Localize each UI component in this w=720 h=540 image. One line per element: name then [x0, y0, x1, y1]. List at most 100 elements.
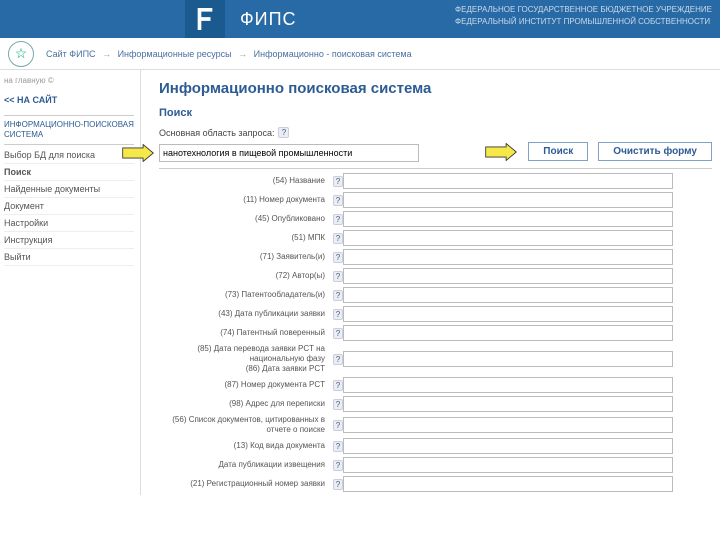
- field-input[interactable]: [343, 268, 673, 284]
- field-row: (72) Автор(ы)?: [159, 268, 712, 284]
- help-icon[interactable]: ?: [333, 328, 343, 339]
- field-label: (13) Код вида документа: [159, 441, 329, 451]
- back-to-site-link[interactable]: << НА САЙТ: [4, 95, 134, 105]
- field-label: (73) Патентообладатель(и): [159, 290, 329, 300]
- field-row: (54) Название?: [159, 173, 712, 189]
- field-input[interactable]: [343, 249, 673, 265]
- field-label: (87) Номер документа PCT: [159, 380, 329, 390]
- help-icon[interactable]: ?: [333, 195, 343, 206]
- search-button[interactable]: Поиск: [528, 142, 588, 161]
- field-input[interactable]: [343, 438, 673, 454]
- field-row: (74) Патентный поверенный?: [159, 325, 712, 341]
- brand-logo: [185, 0, 225, 38]
- agency-line2: ФЕДЕРАЛЬНЫЙ ИНСТИТУТ ПРОМЫШЛЕННОЙ СОБСТВ…: [455, 16, 712, 28]
- breadcrumb-item[interactable]: Информационные ресурсы: [118, 49, 232, 59]
- query-label: Основная область запроса:: [159, 128, 274, 138]
- field-input[interactable]: [343, 211, 673, 227]
- field-input[interactable]: [343, 417, 673, 433]
- agency-name: ФЕДЕРАЛЬНОЕ ГОСУДАРСТВЕННОЕ БЮДЖЕТНОЕ УЧ…: [455, 4, 712, 28]
- field-row: (11) Номер документа?: [159, 192, 712, 208]
- field-input[interactable]: [343, 396, 673, 412]
- home-link[interactable]: на главную ©: [4, 76, 134, 85]
- main-content: Информационно поисковая система Поиск Ос…: [140, 70, 720, 495]
- field-label: (85) Дата перевода заявки PCT на национа…: [159, 344, 329, 374]
- field-row: (56) Список документов, цитированных в о…: [159, 415, 712, 435]
- field-row: Дата публикации извещения?: [159, 457, 712, 473]
- field-input[interactable]: [343, 306, 673, 322]
- breadcrumb-item[interactable]: Сайт ФИПС: [46, 49, 96, 59]
- field-row: (43) Дата публикации заявки?: [159, 306, 712, 322]
- breadcrumb: Сайт ФИПС → Информационные ресурсы → Инф…: [46, 49, 412, 59]
- field-label: Дата публикации извещения: [159, 460, 329, 470]
- help-icon[interactable]: ?: [333, 441, 343, 452]
- field-label: (51) МПК: [159, 233, 329, 243]
- sidebar-item-document[interactable]: Документ: [4, 198, 134, 215]
- help-icon[interactable]: ?: [278, 127, 289, 138]
- field-label: (56) Список документов, цитированных в о…: [159, 415, 329, 435]
- field-label: (74) Патентный поверенный: [159, 328, 329, 338]
- sidebar-item-search[interactable]: Поиск: [4, 164, 134, 181]
- field-row: (87) Номер документа PCT?: [159, 377, 712, 393]
- page-title: Информационно поисковая система: [159, 80, 712, 97]
- sidebar-item-instructions[interactable]: Инструкция: [4, 232, 134, 249]
- main-query-input[interactable]: [159, 144, 419, 162]
- help-icon[interactable]: ?: [333, 252, 343, 263]
- field-input[interactable]: [343, 457, 673, 473]
- main-query-row: Поиск Очистить форму: [159, 144, 712, 162]
- agency-line1: ФЕДЕРАЛЬНОЕ ГОСУДАРСТВЕННОЕ БЮДЖЕТНОЕ УЧ…: [455, 4, 712, 16]
- field-input[interactable]: [343, 377, 673, 393]
- breadcrumb-item[interactable]: Информационно - поисковая система: [254, 49, 412, 59]
- field-input[interactable]: [343, 173, 673, 189]
- field-row: (51) МПК?: [159, 230, 712, 246]
- help-icon[interactable]: ?: [333, 460, 343, 471]
- field-row: (71) Заявитель(и)?: [159, 249, 712, 265]
- field-input[interactable]: [343, 230, 673, 246]
- annotation-arrow-left: [121, 144, 155, 162]
- field-label: (71) Заявитель(и): [159, 252, 329, 262]
- field-row: (85) Дата перевода заявки PCT на национа…: [159, 344, 712, 374]
- sidebar-item-found-docs[interactable]: Найденные документы: [4, 181, 134, 198]
- app-header: ФИПС ФЕДЕРАЛЬНОЕ ГОСУДАРСТВЕННОЕ БЮДЖЕТН…: [0, 0, 720, 38]
- help-icon[interactable]: ?: [333, 309, 343, 320]
- favorite-icon[interactable]: ☆: [8, 41, 34, 67]
- help-icon[interactable]: ?: [333, 214, 343, 225]
- field-row: (13) Код вида документа?: [159, 438, 712, 454]
- help-icon[interactable]: ?: [333, 354, 343, 365]
- sidebar-item-settings[interactable]: Настройки: [4, 215, 134, 232]
- field-input[interactable]: [343, 476, 673, 492]
- help-icon[interactable]: ?: [333, 420, 343, 431]
- sidebar: на главную © << НА САЙТ ИНФОРМАЦИОННО-ПО…: [0, 70, 140, 495]
- help-icon[interactable]: ?: [333, 176, 343, 187]
- clear-form-button[interactable]: Очистить форму: [598, 142, 712, 161]
- section-title: Поиск: [159, 107, 712, 119]
- field-input[interactable]: [343, 325, 673, 341]
- field-label: (54) Название: [159, 176, 329, 186]
- sidebar-item-select-db[interactable]: Выбор БД для поиска: [4, 147, 134, 164]
- brand-name: ФИПС: [240, 9, 297, 30]
- help-icon[interactable]: ?: [333, 380, 343, 391]
- field-row: (98) Адрес для переписки?: [159, 396, 712, 412]
- help-icon[interactable]: ?: [333, 233, 343, 244]
- help-icon[interactable]: ?: [333, 479, 343, 490]
- search-fields: (54) Название?(11) Номер документа?(45) …: [159, 168, 712, 492]
- field-input[interactable]: [343, 192, 673, 208]
- field-label: (45) Опубликовано: [159, 214, 329, 224]
- field-label: (21) Регистрационный номер заявки: [159, 479, 329, 489]
- field-row: (73) Патентообладатель(и)?: [159, 287, 712, 303]
- help-icon[interactable]: ?: [333, 271, 343, 282]
- query-label-row: Основная область запроса: ?: [159, 127, 712, 138]
- field-row: (21) Регистрационный номер заявки?: [159, 476, 712, 492]
- breadcrumb-bar: ☆ Сайт ФИПС → Информационные ресурсы → И…: [0, 38, 720, 70]
- field-input[interactable]: [343, 351, 673, 367]
- field-row: (45) Опубликовано?: [159, 211, 712, 227]
- help-icon[interactable]: ?: [333, 290, 343, 301]
- help-icon[interactable]: ?: [333, 399, 343, 410]
- sidebar-item-logout[interactable]: Выйти: [4, 249, 134, 266]
- field-label: (43) Дата публикации заявки: [159, 309, 329, 319]
- annotation-arrow-right: [484, 143, 518, 161]
- field-input[interactable]: [343, 287, 673, 303]
- sidebar-title: ИНФОРМАЦИОННО-ПОИСКОВАЯ СИСТЕМА: [4, 115, 134, 145]
- field-label: (98) Адрес для переписки: [159, 399, 329, 409]
- field-label: (11) Номер документа: [159, 195, 329, 205]
- field-label: (72) Автор(ы): [159, 271, 329, 281]
